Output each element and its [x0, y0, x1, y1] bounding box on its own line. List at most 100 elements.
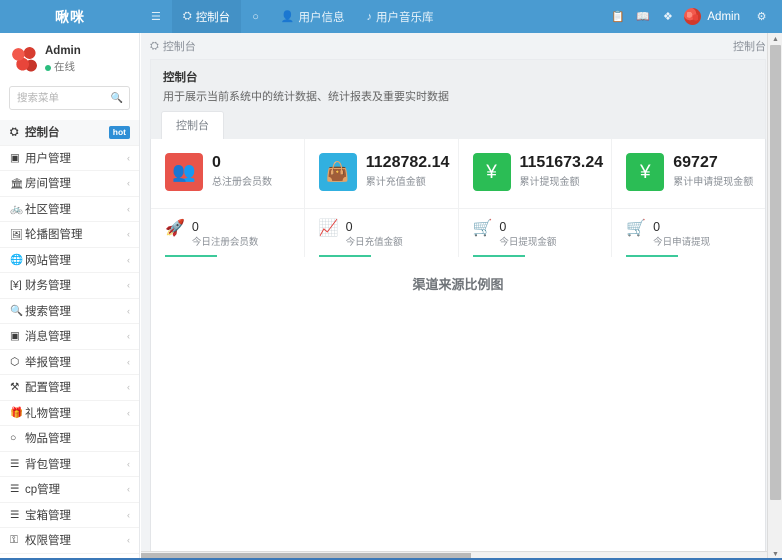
- sidebar-item-label: 用户管理: [25, 152, 71, 165]
- cart-icon: 🛒: [472, 220, 493, 237]
- stat-label: 总注册会员数: [212, 177, 272, 189]
- sidebar-item-11[interactable]: ⚒ 配置管理 ‹: [0, 375, 139, 401]
- stat-label: 累计充值金额: [365, 177, 426, 189]
- fullscreen-icon[interactable]: ❖: [655, 0, 680, 33]
- chevron-left-icon: ‹: [127, 382, 130, 393]
- sidebar-item-label: 权限管理: [25, 535, 71, 548]
- yen-icon: ¥: [626, 153, 665, 191]
- sidebar-item-label: 举报管理: [25, 356, 71, 369]
- today-stats-row: 🚀 0 今日注册会员数 📈 0 今日充值金额 🛒 0 今日提现金额 🛒 0 今日申请提现: [151, 209, 765, 258]
- clipboard-icon[interactable]: 📋: [605, 0, 630, 33]
- chevron-left-icon: ‹: [127, 305, 130, 316]
- sidebar-item-9[interactable]: ▣ 消息管理 ‹: [0, 324, 139, 350]
- today-stat-text: 0 今日注册会员数: [192, 220, 259, 248]
- page-description: 用于展示当前系统中的统计数据、统计报表及重要实时数据: [163, 91, 449, 103]
- yen-icon: ¥: [472, 153, 511, 191]
- top-tab-user-info[interactable]: 👤 用户信息: [270, 0, 356, 33]
- money-icon: [¥]: [10, 279, 22, 292]
- sidebar-item-label: 配置管理: [25, 382, 71, 395]
- sidebar-item-8[interactable]: 🔍 搜索管理 ‹: [0, 299, 139, 324]
- sidebar-item-7[interactable]: [¥] 财务管理 ‹: [0, 273, 139, 299]
- avatar: [684, 8, 702, 25]
- sidebar-item-label: 礼物管理: [25, 407, 71, 420]
- stat-card-4: ¥69727 累计申请提现金额: [612, 139, 765, 209]
- wrench-icon: ⚒: [10, 381, 20, 394]
- breadcrumb-right: 控制台: [733, 41, 766, 53]
- sidebar-user-status-label: 在线: [54, 61, 75, 74]
- dashboard-card: 👥 0 总注册会员数 👜 1128782.14 累计充值金额 ¥1151673.24 累计提现…: [150, 139, 766, 560]
- sidebar-user-status: 在线: [45, 60, 81, 76]
- sidebar-item-17[interactable]: ⚿ 权限管理 ‹: [0, 528, 139, 554]
- sidebar-item-10[interactable]: ⬡ 举报管理 ‹: [0, 350, 139, 375]
- gear-icon[interactable]: ⚙: [749, 0, 774, 33]
- stat-card-inner: 👜 1128782.14 累计充值金额: [318, 153, 458, 191]
- book-icon[interactable]: 📖: [630, 0, 655, 33]
- sidebar-item-label: 轮播图管理: [25, 229, 83, 242]
- top-nav-items: ☰ ⛭ 控制台 ○ 👤 用户信息 ♪ 用户音乐库: [140, 0, 445, 33]
- sidebar-item-label: 社区管理: [25, 203, 71, 216]
- sidebar-item-13[interactable]: ○ 物品管理: [0, 426, 139, 452]
- chevron-left-icon: ‹: [127, 458, 130, 469]
- today-stat-label: 今日申请提现: [653, 237, 711, 249]
- today-stat-label: 今日提现金额: [499, 237, 557, 249]
- top-tab-user-music[interactable]: ♪ 用户音乐库: [356, 0, 445, 33]
- today-stat-row: 📈 0 今日充值金额: [319, 220, 458, 248]
- sidebar-item-label: 物品管理: [25, 433, 71, 446]
- top-navigation-bar: 啾咪 ☰ ⛭ 控制台 ○ 👤 用户信息 ♪ 用户音乐库 📋 📖 ❖ Admin …: [0, 0, 782, 33]
- stat-label: 累计提现金额: [519, 177, 580, 189]
- sidebar-item-14[interactable]: ☰ 背包管理 ‹: [0, 452, 139, 477]
- sidebar-menu: ⛭ 控制台 hot ▣ 用户管理 ‹ 🏛 房间管理 ‹ 🚲 社区管理 ‹ 🖼 轮播图管理 ‹ 🌐 网站管理 ‹ [¥…: [0, 120, 139, 560]
- today-stat-row: 🛒 0 今日申请提现: [626, 220, 765, 248]
- top-tab-dashboard[interactable]: ⛭ 控制台: [171, 0, 242, 33]
- stat-value: 69727: [673, 154, 718, 171]
- sidebar-search-box[interactable]: 🔍: [9, 86, 130, 110]
- today-stat-value: 0: [653, 220, 661, 234]
- stat-card-2: 👜 1128782.14 累计充值金额: [304, 139, 459, 209]
- sidebar-item-5[interactable]: 🖼 轮播图管理 ‹: [0, 222, 139, 248]
- chevron-left-icon: ‹: [127, 509, 130, 520]
- user-menu[interactable]: Admin: [680, 8, 749, 25]
- top-tab-refresh[interactable]: ○: [241, 0, 270, 33]
- chevron-left-icon: ‹: [127, 407, 130, 418]
- sidebar-user-name: Admin: [45, 45, 81, 57]
- search-icon: 🔍: [110, 92, 123, 104]
- music-note-icon: ♪: [366, 10, 373, 23]
- app-logo[interactable]: 啾咪: [0, 0, 140, 33]
- sidebar-user-block: Admin 在线: [0, 33, 139, 84]
- sidebar-item-2[interactable]: ▣ 用户管理 ‹: [0, 146, 139, 171]
- chevron-left-icon: ‹: [127, 203, 130, 214]
- vertical-scrollbar-thumb[interactable]: [770, 45, 781, 500]
- scroll-up-arrow-icon[interactable]: ▲: [768, 33, 782, 45]
- search-icon: 🔍: [10, 305, 24, 318]
- sidebar-toggle-button[interactable]: ☰: [140, 0, 172, 33]
- chevron-left-icon: ‹: [127, 229, 130, 240]
- stat-card-inner: ¥1151673.24 累计提现金额: [472, 153, 612, 191]
- breadcrumb-current: 控制台: [162, 41, 196, 53]
- chevron-left-icon: ‹: [127, 331, 130, 342]
- stat-card-inner: ¥69727 累计申请提现金额: [626, 153, 765, 191]
- sidebar-item-12[interactable]: 🎁 礼物管理 ‹: [0, 401, 139, 426]
- sidebar-item-3[interactable]: 🏛 房间管理 ‹: [0, 171, 139, 197]
- chevron-left-icon: ‹: [127, 356, 130, 367]
- sidebar-item-16[interactable]: ☰ 宝箱管理 ‹: [0, 503, 139, 528]
- chart-title: 渠道来源比例图: [412, 277, 504, 293]
- breadcrumb: ⛭ 控制台 控制台: [141, 33, 782, 59]
- sidebar-item-6[interactable]: 🌐 网站管理 ‹: [0, 248, 139, 273]
- top-tab-user-info-label: 用户信息: [298, 11, 345, 24]
- sidebar-item-label: 宝箱管理: [25, 509, 71, 522]
- sidebar-item-4[interactable]: 🚲 社区管理 ‹: [0, 197, 139, 222]
- tab-dashboard[interactable]: 控制台: [161, 111, 224, 139]
- dashboard-icon: ⛭: [150, 39, 159, 52]
- stat-card-text: 1151673.24 累计提现金额: [520, 153, 604, 188]
- sidebar-item-15[interactable]: ☰ cp管理 ‹: [0, 477, 139, 503]
- user-icon: 👤: [280, 11, 295, 23]
- content-vertical-scrollbar[interactable]: ▲ ▼: [767, 33, 782, 560]
- gift-icon: 🎁: [10, 407, 24, 420]
- today-stat-2: 📈 0 今日充值金额: [305, 209, 459, 258]
- sidebar-item-1[interactable]: ⛭ 控制台 hot: [0, 120, 139, 146]
- bike-icon: 🚲: [10, 203, 24, 216]
- stat-value: 0: [212, 154, 221, 171]
- stat-card-text: 0 总注册会员数: [212, 153, 272, 188]
- top-nav-spacer: [445, 0, 606, 33]
- message-icon: ▣: [10, 330, 20, 343]
